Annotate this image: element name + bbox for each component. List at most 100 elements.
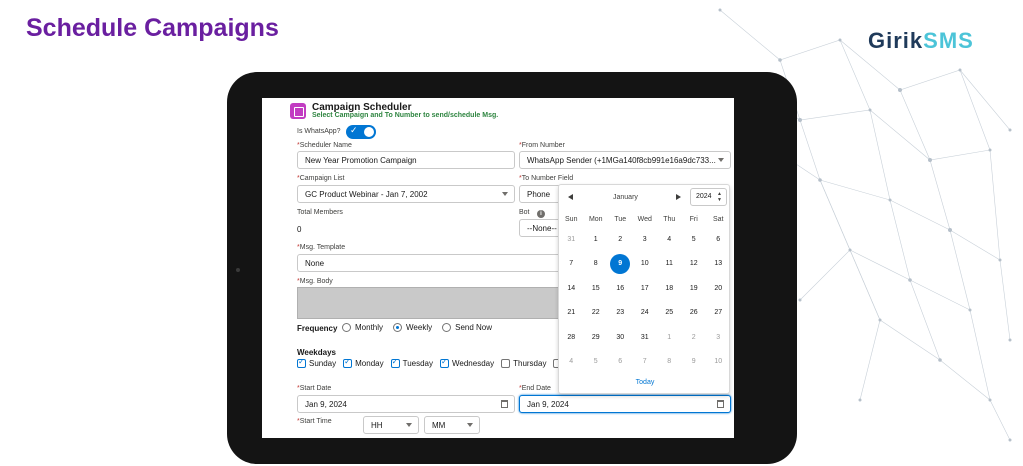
start-date-label: *Start Date — [297, 385, 332, 392]
calendar-day[interactable]: 1 — [657, 334, 682, 341]
calendar-week: 14 15 16 17 18 19 20 — [559, 276, 731, 301]
calendar-day[interactable]: 13 — [706, 260, 731, 267]
start-time-label: *Start Time — [297, 418, 332, 425]
calendar-day[interactable]: 8 — [657, 358, 682, 365]
total-members-value: 0 — [297, 225, 302, 234]
calendar-day[interactable]: 11 — [657, 260, 682, 267]
calendar-day[interactable]: 22 — [584, 309, 609, 316]
calendar-day[interactable]: 19 — [682, 285, 707, 292]
calendar-day[interactable]: 3 — [706, 334, 731, 341]
day-of-week-label: Thu — [663, 216, 676, 223]
calendar-week: 21 22 23 24 25 26 27 — [559, 301, 731, 326]
app-subtitle: Select Campaign and To Number to send/sc… — [312, 112, 499, 119]
checkbox-tuesday[interactable] — [390, 357, 400, 368]
calendar-icon[interactable] — [501, 400, 508, 408]
calendar-grid: Sun Mon Tue Wed Thu Fri Sat 31 1 2 3 4 5… — [559, 213, 731, 374]
scheduler-name-input[interactable]: New Year Promotion Campaign — [297, 151, 515, 169]
calendar-day[interactable]: 9 — [682, 358, 707, 365]
radio-send-now[interactable] — [442, 323, 452, 332]
calendar-day[interactable]: 1 — [584, 236, 609, 243]
calendar-day[interactable]: 10 — [633, 260, 658, 267]
previous-month-icon[interactable] — [568, 194, 573, 200]
calendar-day[interactable]: 21 — [559, 309, 584, 316]
today-button[interactable]: Today — [559, 379, 731, 386]
calendar-day[interactable]: 15 — [584, 285, 609, 292]
radio-monthly[interactable] — [342, 323, 351, 332]
calendar-day[interactable]: 7 — [559, 260, 584, 267]
start-date-input[interactable]: Jan 9, 2024 — [297, 395, 515, 413]
minute-select[interactable]: MM — [424, 416, 480, 434]
start-date-value: Jan 9, 2024 — [305, 400, 347, 409]
calendar-day[interactable]: 18 — [657, 285, 682, 292]
calendar-day[interactable]: 3 — [633, 236, 658, 243]
campaign-list-select[interactable]: GC Product Webinar - Jan 7, 2002 — [297, 185, 515, 203]
calendar-day[interactable]: 6 — [706, 236, 731, 243]
year-select[interactable]: 2024 ▲ ▼ — [690, 188, 727, 206]
calendar-day[interactable]: 23 — [608, 309, 633, 316]
calendar-day[interactable]: 4 — [559, 358, 584, 365]
calendar-day[interactable]: 4 — [657, 236, 682, 243]
checkbox-wednesday[interactable] — [440, 357, 449, 368]
campaign-list-label: *Campaign List — [297, 175, 345, 182]
calendar-day[interactable]: 20 — [706, 285, 731, 292]
calendar-day[interactable]: 31 — [633, 334, 658, 341]
calendar-day[interactable]: 5 — [682, 236, 707, 243]
is-whatsapp-toggle[interactable] — [346, 125, 376, 139]
calendar-day[interactable]: 6 — [608, 358, 633, 365]
end-date-label: *End Date — [519, 385, 551, 392]
hour-select[interactable]: HH — [363, 416, 419, 434]
calendar-day[interactable]: 10 — [706, 358, 731, 365]
calendar-day[interactable]: 7 — [633, 358, 658, 365]
chevron-down-icon — [406, 423, 412, 427]
calendar-week: 28 29 30 31 1 2 3 — [559, 325, 731, 350]
year-value: 2024 — [696, 193, 712, 200]
calendar-day[interactable]: 17 — [633, 285, 658, 292]
info-icon[interactable]: i — [537, 210, 545, 218]
checkbox-sunday[interactable] — [297, 357, 306, 368]
from-number-label: *From Number — [519, 142, 565, 149]
spinner-icon[interactable]: ▲ ▼ — [717, 191, 722, 203]
calendar-week: 4 5 6 7 8 9 10 — [559, 350, 731, 375]
weekdays-checkbox-group: Sunday Monday Tuesday Wednesday Thursday — [297, 357, 563, 368]
bot-label: Bot — [519, 209, 530, 216]
calendar-day[interactable]: 5 — [584, 358, 609, 365]
calendar-day[interactable]: 25 — [657, 309, 682, 316]
calendar-day[interactable]: 2 — [682, 334, 707, 341]
weekdays-label: Weekdays — [297, 348, 336, 357]
calendar-day[interactable]: 26 — [682, 309, 707, 316]
chevron-down-icon — [502, 192, 508, 196]
next-month-icon[interactable] — [676, 194, 681, 200]
msg-body-textarea[interactable] — [297, 287, 567, 319]
calendar-day[interactable]: 8 — [584, 260, 609, 267]
calendar-day[interactable]: 2 — [608, 236, 633, 243]
calendar-day[interactable]: 31 — [559, 236, 584, 243]
day-of-week-label: Sun — [565, 216, 578, 223]
radio-weekly[interactable] — [393, 323, 403, 332]
from-number-select[interactable]: WhatsApp Sender (+1MGa140f8cb991e16a9dc7… — [519, 151, 731, 169]
msg-template-select[interactable]: None — [297, 254, 567, 272]
checkbox-thursday[interactable] — [501, 359, 511, 368]
chevron-down-icon — [467, 423, 473, 427]
calendar-icon[interactable] — [717, 400, 724, 408]
calendar-day-selected[interactable]: 9 — [608, 253, 633, 274]
calendar-day[interactable]: 24 — [633, 309, 658, 316]
checkbox-tuesday-label: Tuesday — [402, 359, 433, 368]
chevron-down-icon — [718, 158, 724, 162]
calendar-day[interactable]: 28 — [559, 334, 584, 341]
calendar-week: 7 8 9 10 11 12 13 — [559, 252, 731, 277]
selected-day-value: 9 — [610, 253, 631, 274]
checkbox-monday[interactable] — [343, 357, 353, 368]
calendar-day[interactable]: 16 — [608, 285, 633, 292]
page-title: Schedule Campaigns — [26, 14, 279, 42]
calendar-day[interactable]: 30 — [608, 334, 633, 341]
hour-value: HH — [371, 421, 383, 430]
tablet-camera — [236, 268, 240, 272]
day-of-week-header: Sun Mon Tue Wed Thu Fri Sat — [559, 213, 731, 227]
calendar-day[interactable]: 27 — [706, 309, 731, 316]
end-date-input[interactable]: Jan 9, 2024 — [519, 395, 731, 413]
day-of-week-label: Wed — [637, 216, 652, 223]
scheduler-name-label: *Scheduler Name — [297, 142, 352, 149]
calendar-day[interactable]: 12 — [682, 260, 707, 267]
calendar-day[interactable]: 14 — [559, 285, 584, 292]
calendar-day[interactable]: 29 — [584, 334, 609, 341]
